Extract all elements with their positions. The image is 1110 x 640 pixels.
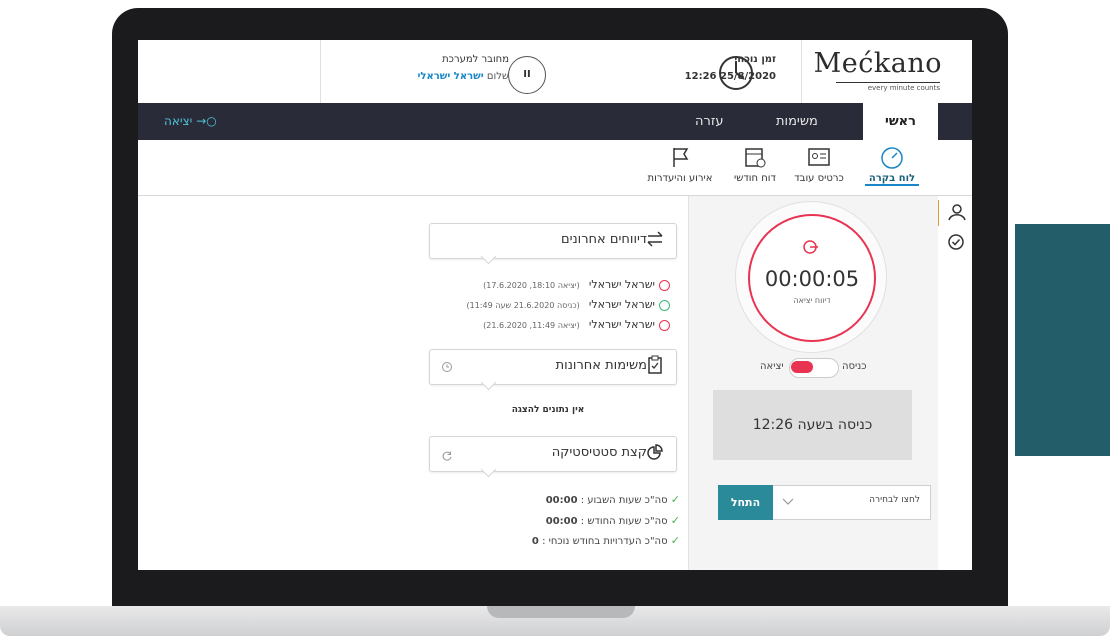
tab-events[interactable]: אירוע והיעדרות [640,144,720,184]
entry-icon [659,299,670,311]
calendar-icon [745,148,766,168]
swap-arrows-icon [647,231,663,247]
recent-reports-title: דיווחים אחרונים [560,232,647,247]
pause-button[interactable]: II [508,56,546,94]
exit-icon [803,240,818,254]
tab-dashboard[interactable]: לוח בקרה [862,144,922,186]
stat-week: ✓ סה"כ שעות השבוע : 00:00 [546,493,680,506]
app-header: Mećkano every minute counts זמן נוכחי 12… [138,40,972,104]
toggle-knob[interactable] [791,361,813,373]
tab-employee-card[interactable]: כרטיס עובד [791,144,847,184]
report-detail: (כניסה 21.6.2020 שעה 11:49) [466,301,580,310]
greeting-prefix: שלום [486,71,509,82]
decorative-teal-block [1015,224,1110,456]
nav-help[interactable]: עזרה [695,103,723,140]
app-screen: Mećkano every minute counts זמן נוכחי 12… [138,40,972,570]
user-icon[interactable] [946,202,966,222]
start-button[interactable]: התחל [718,485,773,520]
brand-name: Mećkano [813,48,942,79]
connection-status: מחובר למערכת [442,54,509,65]
stat-month-label: סה"כ שעות החודש : [580,516,668,527]
sub-toolbar: לוח בקרה כרטיס עובד דוח חודשי אירוע והיע… [138,140,972,196]
stat-month: ✓ סה"כ שעות החודש : 00:00 [546,514,680,527]
brand-tagline: every minute counts [867,84,940,92]
check-circle-icon[interactable] [946,232,966,252]
timer-caption: דיווח יציאה [793,296,831,305]
id-card-icon [808,148,830,166]
report-detail: (יציאה 11:49, 21.6.2020) [483,321,580,330]
check-icon: ✓ [670,493,680,506]
select-placeholder: לחצו לבחירה [869,495,920,505]
tab-employee-card-label: כרטיס עובד [794,173,844,184]
flag-icon [673,148,689,167]
no-data-message: אין נתונים להצגה [511,405,585,415]
user-greeting: שלום ישראל ישראלי [417,71,509,82]
exit-icon [659,279,670,291]
logout-icon: →○ [196,114,217,128]
nav-tasks[interactable]: משימות [776,103,818,140]
tab-monthly-report[interactable]: דוח חודשי [731,144,779,184]
report-row[interactable]: ישראל ישראלי (כניסה 21.6.2020 שעה 11:49) [466,298,670,311]
refresh-icon[interactable] [441,450,453,462]
tab-dashboard-label: לוח בקרה [864,173,920,186]
entry-status: כניסה בשעה 12:26 [713,390,912,460]
clipboard-icon [648,355,662,374]
stat-absences-value: 0 [531,536,539,547]
current-time-label: זמן נוכחי [734,54,776,65]
check-icon: ✓ [670,534,680,547]
main-nav: ראשי משימות עזרה יציאה →○ [138,103,972,140]
brand-logo[interactable]: Mećkano every minute counts [802,48,942,94]
stat-absences: ✓ סה"כ העדרויות בחודש נוכחי : 0 [532,534,680,547]
logout-label: יציאה [164,114,193,128]
report-user: ישראל ישראלי [588,278,655,291]
report-user: ישראל ישראלי [588,298,655,311]
report-row[interactable]: ישראל ישראלי (יציאה 11:49, 21.6.2020) [483,318,670,331]
toggle-label-out: יציאה [760,361,784,372]
exit-icon [659,319,670,331]
clock-icon[interactable] [441,361,453,373]
statistics-title: קצת סטטיסטיקה [551,445,647,460]
report-detail: (יציאה 18:10, 17.6.2020) [483,281,580,290]
timer-value: 00:00:05 [764,267,860,291]
laptop-notch [487,606,635,618]
logo-underline [836,82,940,83]
report-user: ישראל ישראלי [588,318,655,331]
nav-home[interactable]: ראשי [863,103,938,140]
toggle-label-in: כניסה [842,361,867,372]
recent-tasks-title: משימות אחרונות [555,358,647,373]
speedometer-icon [881,147,903,169]
report-row[interactable]: ישראל ישראלי (יציאה 18:10, 17.6.2020) [483,278,670,291]
chevron-down-icon[interactable] [782,497,794,507]
tab-events-label: אירוע והיעדרות [647,173,713,184]
tab-monthly-report-label: דוח חודשי [734,173,776,184]
stat-week-value: 00:00 [545,495,578,506]
stat-month-value: 00:00 [545,516,578,527]
side-rail [937,196,972,570]
user-name[interactable]: ישראל ישראלי [417,71,483,82]
logout-button[interactable]: יציאה →○ [164,103,217,140]
pie-chart-icon [647,444,663,460]
check-icon: ✓ [670,514,680,527]
stat-week-label: סה"כ שעות השבוע : [580,495,668,506]
stat-absences-label: סה"כ העדרויות בחודש נוכחי : [542,536,668,547]
header-divider [320,40,321,103]
current-time-value: 12:26 25/8/2020 [684,71,776,82]
